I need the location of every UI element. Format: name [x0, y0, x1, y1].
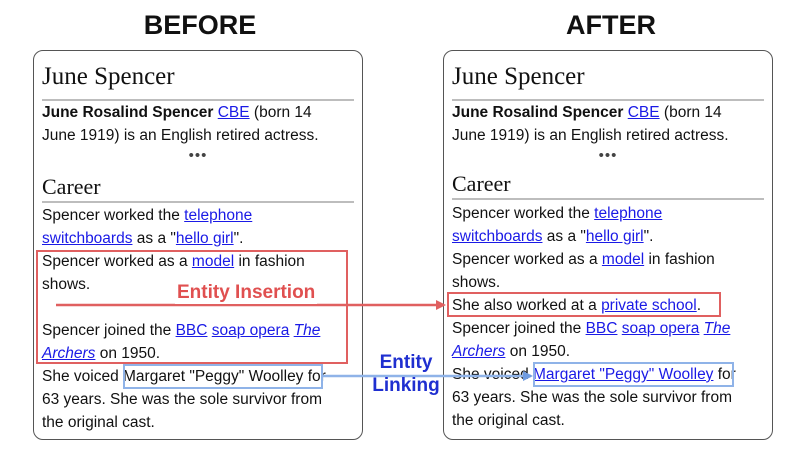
entity-linking-label-line1: Entity: [379, 352, 433, 373]
entity-linking-label: Entity Linking: [368, 351, 444, 397]
entity-insertion-label: Entity Insertion: [175, 282, 318, 304]
entity-linking-label-line2: Linking: [372, 375, 440, 396]
